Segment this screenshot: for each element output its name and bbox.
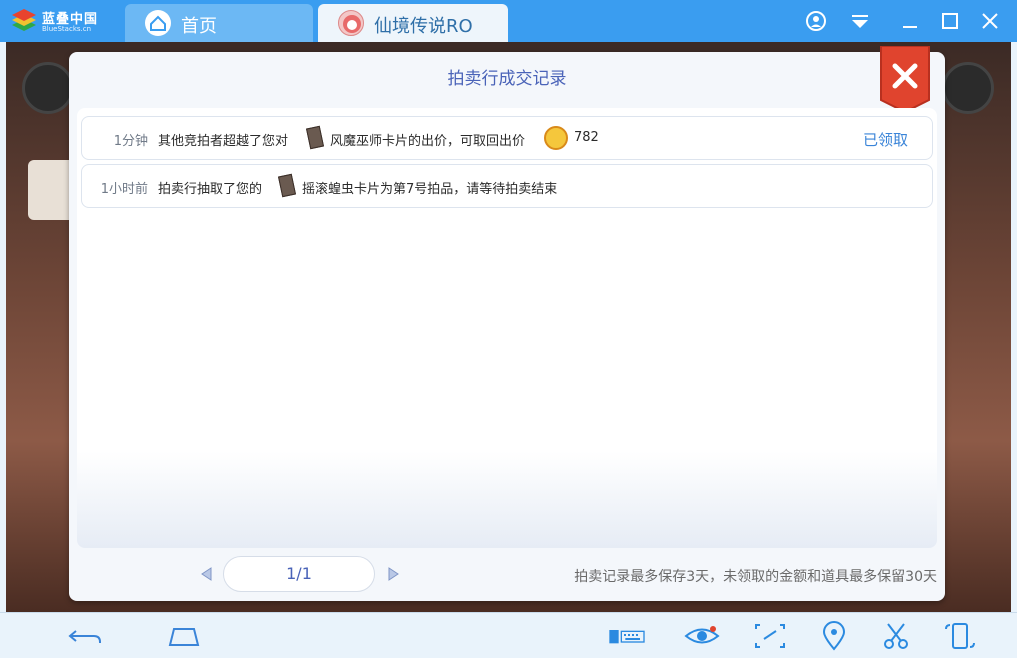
game-avatar-icon — [338, 10, 364, 36]
chevron-right-icon — [388, 567, 399, 581]
screenshot-button[interactable] — [876, 621, 916, 651]
keyboard-mapping-button[interactable] — [608, 621, 668, 651]
bluestacks-logo-icon — [12, 9, 36, 31]
keyboard-icon — [609, 630, 645, 644]
location-pin-icon — [822, 621, 846, 651]
brand: 蓝叠中国 BlueStacks.cn — [8, 6, 118, 36]
maximize-icon — [942, 13, 958, 29]
record-row: 1小时前 拍卖行抽取了您的 摇滚蝗虫卡片为第7号拍品，请等待拍卖结束 — [81, 164, 933, 208]
close-window-button[interactable] — [977, 8, 1003, 34]
back-button[interactable] — [64, 621, 104, 651]
scissors-icon — [884, 623, 908, 649]
dialog-close-button[interactable] — [877, 45, 933, 114]
zeny-coin-icon — [544, 126, 568, 150]
card-item-icon — [277, 173, 297, 198]
brand-sub: BlueStacks.cn — [42, 25, 92, 33]
rotate-button[interactable] — [940, 621, 980, 651]
emulator-toolbar — [0, 612, 1017, 658]
home-icon — [168, 628, 200, 646]
close-icon — [880, 45, 930, 114]
dialog-title: 拍卖行成交记录 — [447, 69, 567, 89]
minimize-button[interactable] — [897, 8, 923, 34]
home-button[interactable] — [164, 621, 204, 651]
page-indicator: 1/1 — [223, 556, 375, 592]
minimize-icon — [903, 26, 917, 28]
account-icon — [806, 11, 826, 31]
record-row: 1分钟 其他竞拍者超越了您对 风魔巫师卡片的出价，可取回出价 782 已领取 — [81, 116, 933, 160]
prev-page-button[interactable] — [199, 566, 215, 582]
menu-dropdown-icon — [852, 15, 868, 28]
menu-button[interactable] — [847, 8, 873, 34]
record-time: 1小时前 — [100, 182, 148, 197]
back-arrow-icon — [68, 630, 101, 643]
claimed-status[interactable]: 已领取 — [863, 129, 908, 150]
close-icon — [982, 13, 998, 29]
record-text-after: 风魔巫师卡片的出价，可取回出价 — [330, 134, 526, 149]
maximize-button[interactable] — [937, 8, 963, 34]
tab-home[interactable]: 首页 — [125, 4, 313, 42]
tab-home-label: 首页 — [181, 16, 217, 37]
eye-icon — [684, 626, 720, 644]
record-amount: 782 — [574, 130, 599, 145]
record-text-after: 摇滚蝗虫卡片为第7号拍品，请等待拍卖结束 — [302, 182, 558, 197]
game-auction-button[interactable] — [942, 62, 994, 114]
game-back-button[interactable] — [22, 62, 74, 114]
chevron-left-icon — [201, 567, 212, 581]
location-button[interactable] — [814, 621, 854, 651]
fullscreen-button[interactable] — [750, 621, 790, 651]
record-time: 1分钟 — [113, 134, 148, 149]
retention-note: 拍卖记录最多保存3天，未领取的金额和道具最多保留30天 — [574, 569, 937, 585]
tab-game-label: 仙境传说RO — [374, 16, 473, 37]
record-text-before: 其他竞拍者超越了您对 — [158, 134, 289, 149]
auction-records-dialog: 拍卖行成交记录 1分钟 其他竞拍者超越了您对 风魔巫师卡片的出价，可取回出价 7… — [69, 45, 945, 601]
title-bar: 蓝叠中国 BlueStacks.cn 首页 仙境传说RO — [0, 0, 1017, 42]
rotate-phone-icon — [945, 623, 975, 649]
card-item-icon — [305, 125, 325, 150]
home-icon — [145, 10, 171, 36]
records-list: 1分钟 其他竞拍者超越了您对 风魔巫师卡片的出价，可取回出价 782 已领取 1… — [77, 108, 937, 548]
fullscreen-icon — [755, 624, 785, 648]
next-page-button[interactable] — [385, 566, 401, 582]
account-button[interactable] — [803, 8, 829, 34]
tab-game[interactable]: 仙境传说RO — [318, 4, 508, 42]
eye-button[interactable] — [682, 621, 722, 651]
record-text-before: 拍卖行抽取了您的 — [158, 182, 263, 197]
